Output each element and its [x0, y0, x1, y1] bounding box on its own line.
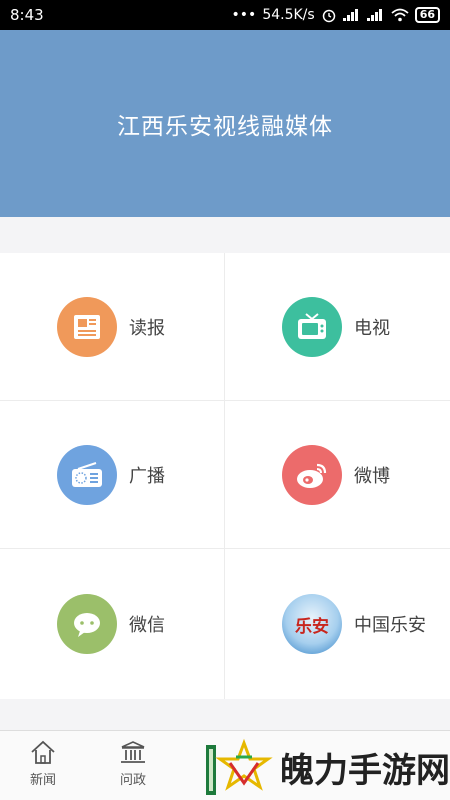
- weibo-icon: [282, 444, 342, 505]
- watermark-logo-icon: [206, 738, 273, 795]
- grid-item-newspaper[interactable]: 读报: [0, 253, 225, 401]
- status-bar: 8:43 ••• 54.5K/s 66: [0, 0, 450, 30]
- wifi-icon: [391, 8, 409, 22]
- signal-icon-2: [366, 9, 382, 21]
- nav-label-news: 新闻: [29, 773, 56, 788]
- status-icons: ••• 54.5K/s 66: [232, 7, 440, 23]
- app-title: 江西乐安视线融媒体: [117, 113, 333, 140]
- service-grid: 读报 电视 广播 微博 微信 乐安 中国乐安: [0, 253, 450, 699]
- grid-item-radio[interactable]: 广播: [0, 401, 225, 549]
- tv-icon: [282, 296, 342, 357]
- grid-item-weibo[interactable]: 微博: [225, 401, 450, 549]
- alarm-icon: [322, 9, 335, 23]
- grid-item-label: 读报: [129, 317, 165, 339]
- grid-item-label: 广播: [129, 465, 165, 487]
- more-dots-icon: •••: [231, 7, 257, 23]
- nav-item-politics[interactable]: 问政: [103, 739, 163, 788]
- grid-item-wechat[interactable]: 微信: [0, 549, 225, 699]
- grid-item-tv[interactable]: 电视: [225, 253, 450, 401]
- status-time: 8:43: [10, 6, 44, 24]
- watermark-text: 魄力手游网: [280, 751, 450, 791]
- grid-footer-spacer: [0, 699, 450, 730]
- signal-icon: [342, 9, 358, 21]
- grid-item-china-lean[interactable]: 乐安 中国乐安: [225, 549, 450, 699]
- home-icon: [31, 740, 55, 764]
- battery-indicator: 66: [414, 7, 440, 23]
- newspaper-icon: [57, 296, 117, 357]
- header-banner: 江西乐安视线融媒体: [0, 30, 450, 217]
- lean-logo-icon: 乐安: [282, 594, 342, 654]
- watermark: 魄力手游网: [200, 735, 450, 800]
- government-icon: [121, 741, 145, 763]
- network-speed: 54.5K/s: [262, 7, 315, 23]
- grid-item-label: 中国乐安: [354, 615, 426, 636]
- nav-label-politics: 问政: [119, 773, 146, 788]
- radio-icon: [57, 444, 117, 505]
- lean-logo-text: 乐安: [295, 616, 329, 637]
- grid-item-label: 电视: [354, 317, 390, 339]
- wechat-icon: [57, 594, 117, 654]
- nav-item-news[interactable]: 新闻: [13, 739, 73, 788]
- grid-item-label: 微博: [354, 465, 390, 487]
- grid-item-label: 微信: [129, 615, 165, 636]
